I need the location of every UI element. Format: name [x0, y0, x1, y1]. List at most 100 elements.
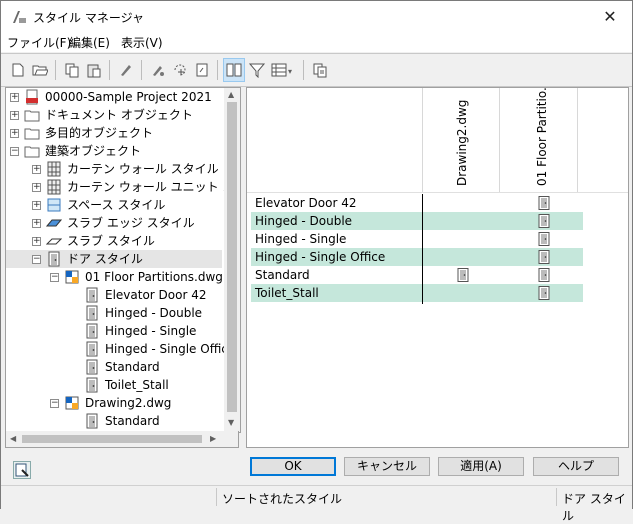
door-icon[interactable]: [538, 214, 550, 228]
tree-item-label: 00000-Sample Project 2021: [45, 90, 212, 104]
door-icon: [86, 413, 98, 429]
window-title: スタイル マネージャ: [33, 11, 144, 25]
tree-vertical-scrollbar[interactable]: ▲ ▼: [224, 88, 240, 432]
tree-item-label: カーテン ウォール スタイル: [67, 162, 219, 176]
style-manager-toggle-icon[interactable]: [13, 461, 31, 479]
tree-item-label: Toilet_Stall: [105, 378, 169, 392]
door-icon: [86, 359, 98, 375]
menu-bar: ファイル(F) 編集(E) 表示(V): [1, 32, 632, 52]
style-tree[interactable]: +00000-Sample Project 2021 + ドキュメント オブジェクト…: [5, 87, 241, 433]
tree-item-label: 建築オブジェクト: [45, 144, 142, 158]
new-drawing-icon[interactable]: [10, 62, 26, 78]
menu-file[interactable]: ファイル(F): [7, 34, 71, 51]
tree-item-label: Standard: [105, 360, 160, 374]
door-icon[interactable]: [538, 250, 550, 264]
collapse-icon[interactable]: −: [10, 147, 19, 156]
tree-item-label: ドキュメント オブジェクト: [45, 108, 193, 122]
tree-horizontal-scrollbar[interactable]: ◀ ▶: [5, 431, 239, 448]
grid-row-label: Standard: [255, 268, 310, 282]
grid-row-label: Hinged - Single Office: [255, 250, 386, 264]
status-sorted-styles: ソートされたスタイル: [222, 492, 343, 506]
door-icon: [48, 251, 60, 267]
grid-header: [247, 88, 628, 193]
view-options-dropdown-icon[interactable]: ▾: [288, 67, 292, 76]
expand-icon[interactable]: +: [32, 219, 41, 228]
slab-icon: [46, 238, 62, 245]
space-icon: [47, 198, 61, 212]
pdf-project-icon: [26, 89, 38, 105]
expand-icon[interactable]: +: [10, 93, 19, 102]
tree-horizontal-scroll-thumb[interactable]: [22, 435, 202, 443]
tree-item-label: Hinged - Single: [105, 324, 197, 338]
copy-icon[interactable]: [64, 62, 80, 78]
menu-edit[interactable]: 編集(E): [69, 34, 110, 51]
expand-icon[interactable]: +: [32, 237, 41, 246]
view-options-icon[interactable]: [271, 62, 287, 78]
grid-row[interactable]: Standard: [251, 266, 583, 284]
toggle-display-icon[interactable]: [312, 62, 328, 78]
open-drawing-icon[interactable]: [32, 62, 48, 78]
tree-item-label: Drawing2.dwg: [85, 396, 172, 410]
scroll-right-icon[interactable]: ▶: [210, 434, 216, 443]
curtain-wall-unit-icon: [47, 179, 61, 195]
apply-button[interactable]: 適用(A): [438, 457, 524, 476]
ok-button[interactable]: OK: [250, 457, 336, 476]
door-icon[interactable]: [538, 232, 550, 246]
grid-row-label: Hinged - Single: [255, 232, 347, 246]
paste-icon[interactable]: [86, 62, 102, 78]
door-icon[interactable]: [538, 268, 550, 282]
collapse-icon[interactable]: −: [50, 273, 59, 282]
set-from-icon[interactable]: [194, 62, 210, 78]
door-icon[interactable]: [457, 268, 469, 282]
cancel-button[interactable]: キャンセル: [344, 457, 430, 476]
help-button[interactable]: ヘルプ: [533, 457, 619, 476]
door-icon: [86, 341, 98, 357]
grid-row[interactable]: Hinged - Single: [251, 230, 583, 248]
tree-item-label: Hinged - Single Office: [105, 342, 236, 356]
dwg-file-icon: [65, 270, 79, 284]
grid-row[interactable]: Elevator Door 42: [251, 194, 583, 212]
expand-icon[interactable]: +: [32, 183, 41, 192]
title-bar: スタイル マネージャ ✕: [1, 1, 632, 32]
door-icon[interactable]: [538, 196, 550, 210]
menu-view[interactable]: 表示(V): [121, 34, 163, 51]
edit-style-icon[interactable]: [118, 62, 134, 78]
folder-icon: [24, 128, 40, 140]
tree-item-label: 01 Floor Partitions.dwg: [85, 270, 223, 284]
purge-styles-icon[interactable]: [150, 62, 166, 78]
tree-item-label: スラブ エッジ スタイル: [67, 216, 195, 230]
collapse-icon[interactable]: −: [50, 399, 59, 408]
grid-row[interactable]: Toilet_Stall: [251, 284, 583, 302]
tree-item-label: 多目的オブジェクト: [45, 126, 154, 140]
slab-edge-icon: [46, 219, 62, 227]
scroll-left-icon[interactable]: ◀: [10, 434, 16, 443]
scroll-down-icon[interactable]: ▼: [228, 418, 234, 427]
tree-vertical-scroll-thumb[interactable]: [227, 102, 237, 412]
split-view-icon[interactable]: [226, 62, 242, 78]
status-current-type: ドア スタイル: [562, 492, 626, 523]
column-header-drawing2[interactable]: Drawing2.dwg: [455, 100, 469, 186]
tree-item-label: Elevator Door 42: [105, 288, 207, 302]
filter-icon[interactable]: [249, 62, 265, 78]
tree-item[interactable]: − ドア スタイル: [6, 250, 222, 268]
folder-icon: [24, 146, 40, 158]
grid-row-label: Toilet_Stall: [255, 286, 319, 300]
expand-icon[interactable]: +: [10, 129, 19, 138]
door-icon: [86, 305, 98, 321]
door-icon: [86, 377, 98, 393]
toggle-view-icon[interactable]: [172, 62, 188, 78]
grid-row[interactable]: Hinged - Double: [251, 212, 583, 230]
expand-icon[interactable]: +: [32, 201, 41, 210]
scroll-up-icon[interactable]: ▲: [228, 90, 234, 99]
collapse-icon[interactable]: −: [32, 255, 41, 264]
expand-icon[interactable]: +: [10, 111, 19, 120]
column-divider: [422, 194, 423, 304]
grid-row[interactable]: Hinged - Single Office: [251, 248, 583, 266]
tree-item-label: ドア スタイル: [67, 252, 143, 266]
dwg-file-icon: [65, 396, 79, 410]
column-header-floor-partitions[interactable]: 01 Floor Partitio...: [535, 88, 549, 186]
door-icon[interactable]: [538, 286, 550, 300]
expand-icon[interactable]: +: [32, 165, 41, 174]
folder-icon: [24, 110, 40, 122]
close-button[interactable]: ✕: [588, 1, 632, 32]
